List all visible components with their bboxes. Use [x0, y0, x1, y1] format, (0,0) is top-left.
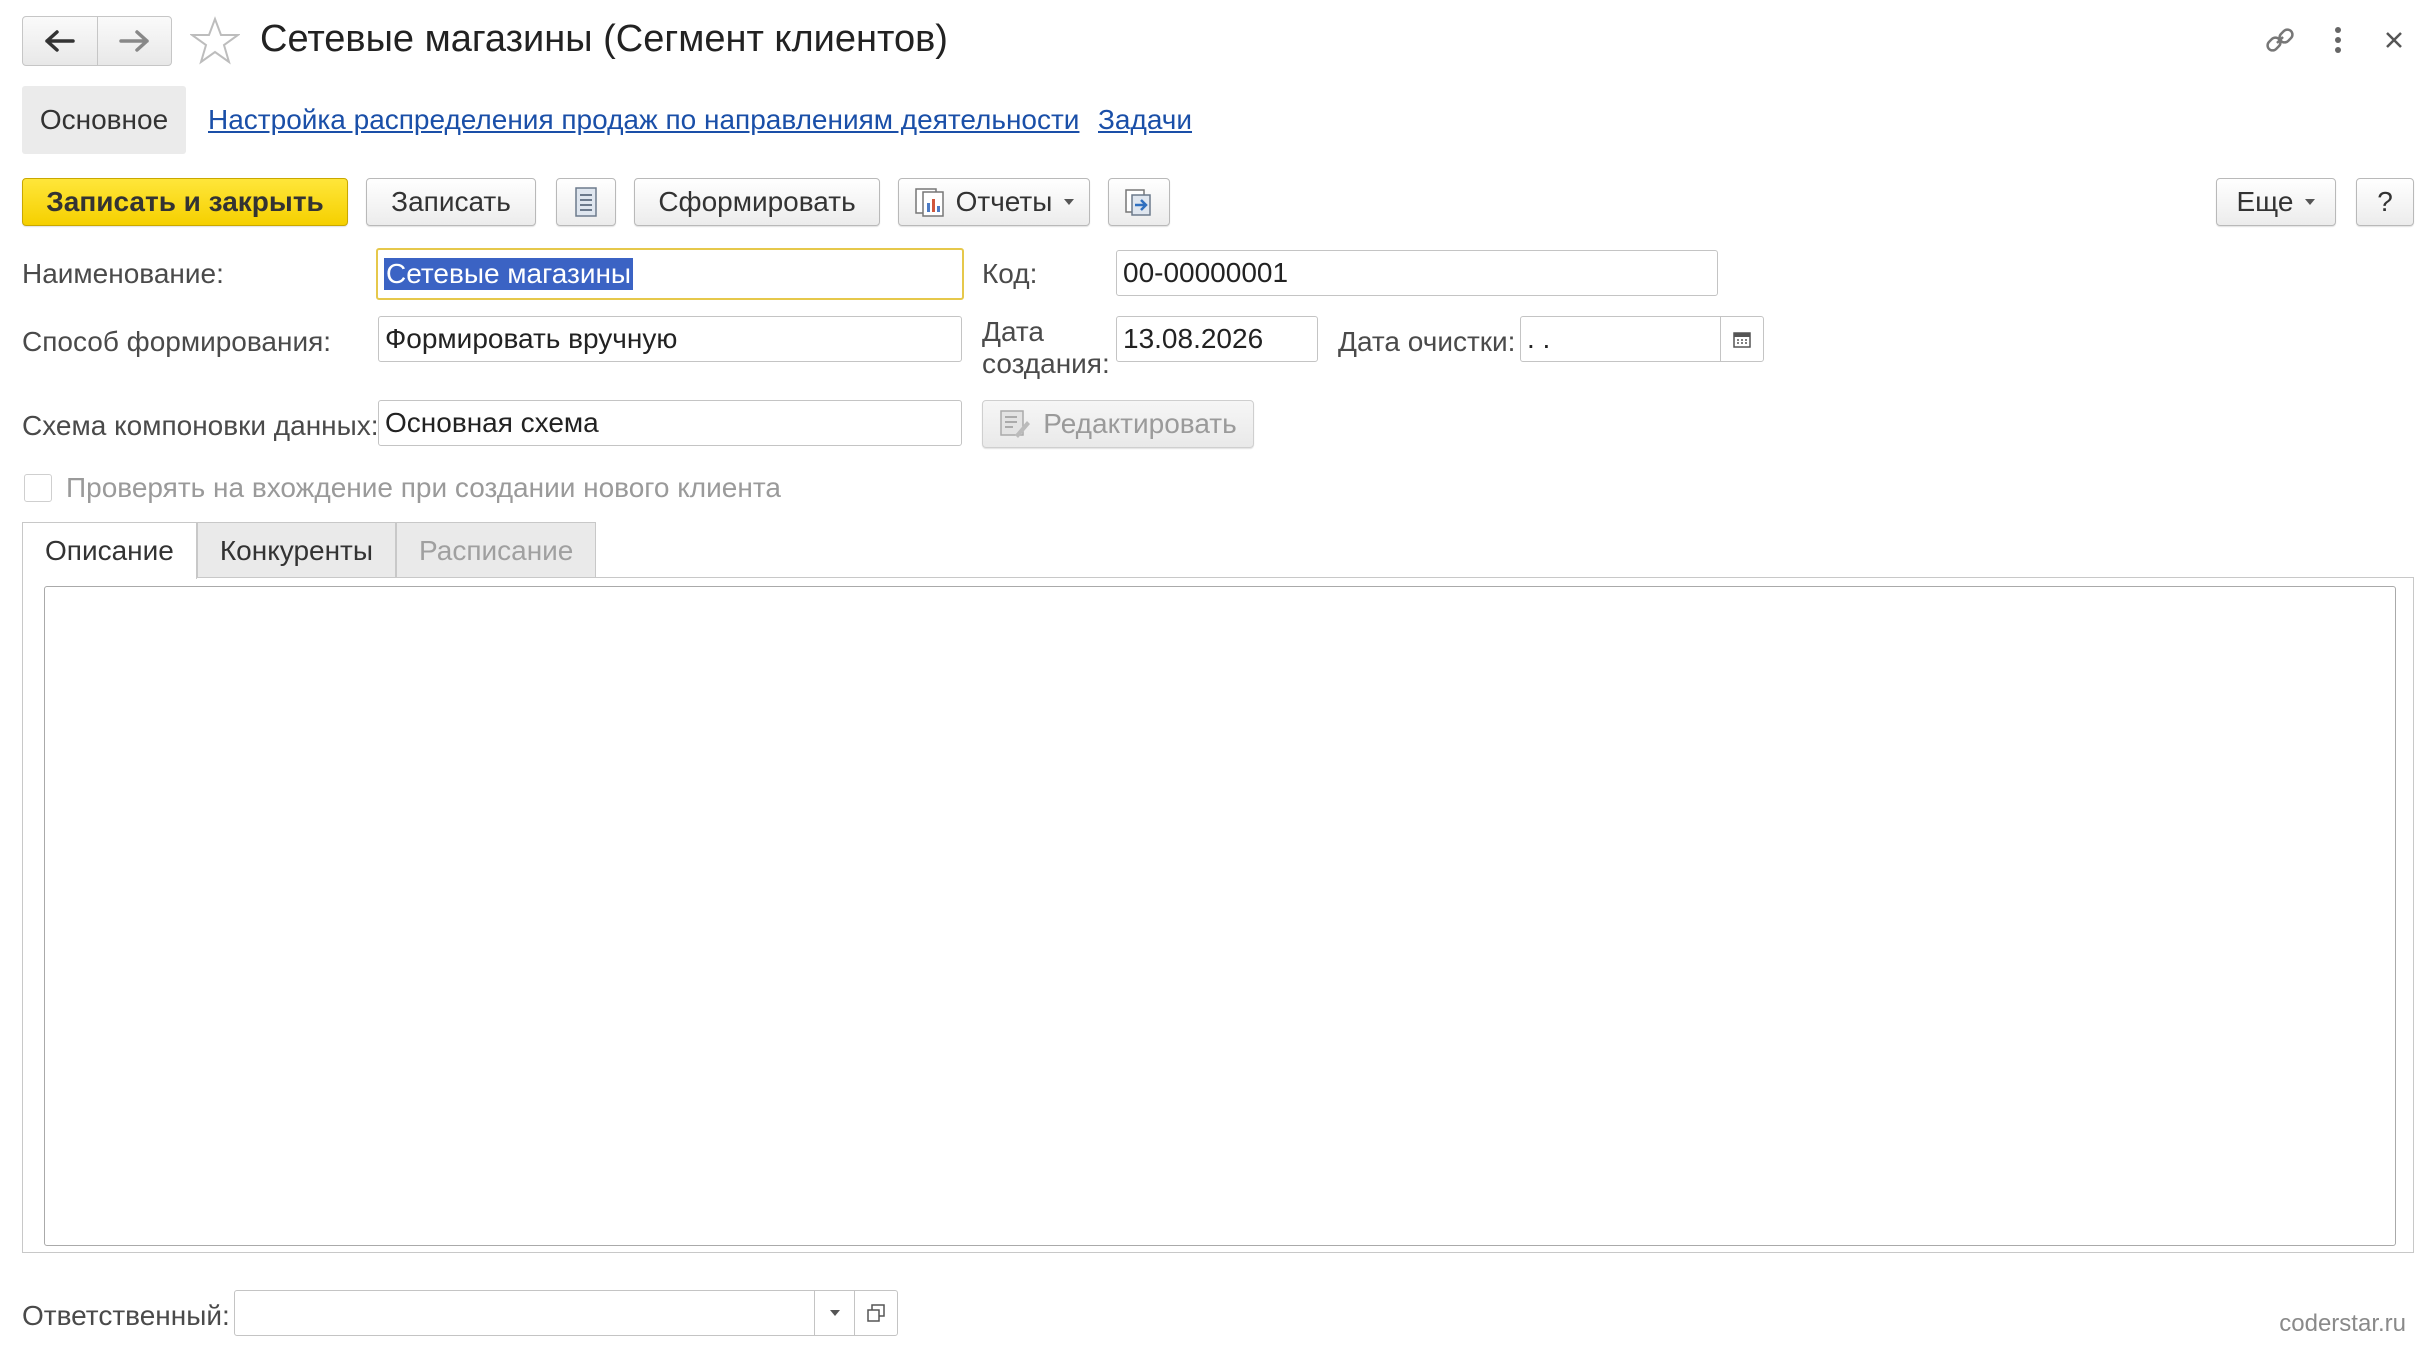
reports-label: Отчеты [955, 186, 1053, 217]
responsible-label: Ответственный: [22, 1300, 230, 1331]
chevron-down-icon [2305, 199, 2316, 205]
clear-date-field[interactable]: . . [1520, 316, 1722, 362]
tab-description[interactable]: Описание [22, 522, 197, 579]
window-title: Сетевые магазины (Сегмент клиентов) [260, 18, 948, 60]
schema-field[interactable]: Основная схема [378, 400, 962, 446]
responsible-dropdown-button[interactable] [814, 1290, 856, 1336]
link-icon[interactable] [2260, 20, 2300, 60]
tasks-link[interactable]: Задачи [1098, 104, 1192, 136]
export-button[interactable] [1108, 178, 1170, 226]
tab-schedule[interactable]: Расписание [396, 522, 597, 578]
code-label: Код: [982, 258, 1038, 289]
chevron-down-icon [1064, 199, 1075, 205]
document-list-icon [575, 187, 597, 217]
name-label: Наименование: [22, 258, 224, 289]
name-field[interactable]: Сетевые магазины [376, 248, 964, 300]
calendar-button[interactable] [1720, 316, 1764, 362]
document-list-button[interactable] [556, 178, 616, 226]
chevron-down-icon [830, 1310, 840, 1316]
method-label: Способ формирования: [22, 326, 332, 357]
more-label: Еще [2236, 186, 2294, 217]
created-label-line2: создания: [982, 348, 1110, 379]
report-icon [914, 188, 944, 217]
description-textarea[interactable] [44, 586, 2396, 1246]
edit-schema-button[interactable]: Редактировать [982, 400, 1254, 448]
arrow-right-icon [119, 30, 149, 52]
calendar-icon [1733, 332, 1751, 348]
name-value: Сетевые магазины [384, 258, 634, 290]
forward-button[interactable] [96, 17, 172, 65]
reports-button[interactable]: Отчеты [898, 178, 1090, 226]
tab-competitors[interactable]: Конкуренты [196, 522, 396, 578]
arrow-left-icon [45, 30, 75, 52]
close-icon[interactable] [2374, 20, 2414, 60]
tab-bar: Описание Конкуренты Расписание [22, 522, 597, 579]
code-field[interactable]: 00-00000001 [1116, 250, 1718, 296]
created-label-line1: Дата [982, 316, 1045, 347]
edit-icon [1000, 410, 1031, 438]
schema-label: Схема компоновки данных: [22, 410, 379, 441]
responsible-field[interactable] [234, 1290, 816, 1336]
created-label: Дата создания: [982, 316, 1110, 380]
favorite-star-icon[interactable] [188, 16, 242, 66]
help-button[interactable]: ? [2356, 178, 2414, 226]
check-on-new-client-label: Проверять на вхождение при создании ново… [66, 472, 781, 503]
check-on-new-client-checkbox[interactable] [24, 474, 52, 502]
sales-distribution-link[interactable]: Настройка распределения продаж по направ… [208, 104, 1079, 136]
created-date-field[interactable]: 13.08.2026 [1116, 316, 1318, 362]
history-nav [22, 16, 172, 66]
method-field[interactable]: Формировать вручную [378, 316, 962, 362]
section-main[interactable]: Основное [22, 86, 186, 154]
responsible-open-button[interactable] [854, 1290, 898, 1336]
edit-schema-label: Редактировать [1043, 408, 1237, 439]
generate-button[interactable]: Сформировать [634, 178, 880, 226]
more-button[interactable]: Еще [2216, 178, 2336, 226]
export-icon [1125, 189, 1151, 216]
back-button[interactable] [23, 17, 97, 65]
save-and-close-button[interactable]: Записать и закрыть [22, 178, 348, 226]
open-window-icon [867, 1304, 885, 1322]
save-button[interactable]: Записать [366, 178, 536, 226]
more-vertical-icon[interactable] [2318, 20, 2358, 60]
watermark: coderstar.ru [2279, 1310, 2406, 1337]
clear-date-label: Дата очистки: [1338, 326, 1516, 357]
